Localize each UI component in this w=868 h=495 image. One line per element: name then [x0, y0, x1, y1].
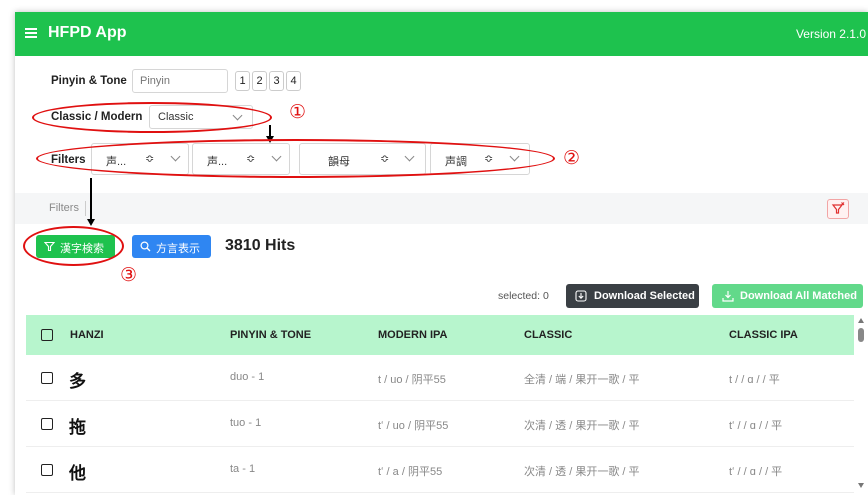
divider [85, 201, 86, 216]
download-all-label: Download All Matched [740, 290, 857, 302]
table-row[interactable]: 多 duo - 1 t / uo / 阴平55 全清 / 端 / 果开一歌 / … [26, 355, 854, 401]
table-scrollbar[interactable] [855, 315, 868, 495]
cell-hanzi: 他 [69, 464, 86, 483]
column-header-pinyin[interactable]: PINYIN & TONE [230, 329, 311, 341]
tone-button-1[interactable]: 1 [235, 71, 250, 91]
tone-button-2[interactable]: 2 [252, 71, 267, 91]
app-title: HFPD App [48, 24, 127, 41]
cell-modern-ipa: t / uo / 阴平55 [378, 374, 446, 386]
pinyin-input[interactable] [132, 69, 228, 93]
column-header-hanzi[interactable]: HANZI [70, 329, 104, 341]
dialect-display-label: 方言表示 [156, 243, 200, 255]
cell-pinyin: tuo - 1 [230, 417, 262, 429]
table-header: HANZI PINYIN & TONE MODERN IPA CLASSIC C… [26, 315, 854, 355]
cell-classic: 次清 / 透 / 果开一歌 / 平 [524, 466, 640, 478]
dialect-display-button[interactable]: 方言表示 [132, 235, 211, 258]
download-box-icon [575, 290, 587, 302]
download-selected-label: Download Selected [594, 290, 695, 302]
cell-pinyin: ta - 1 [230, 463, 256, 475]
annotation-number-3: ③ [120, 265, 138, 286]
table-row[interactable]: 他 ta - 1 tʻ / a / 阴平55 次清 / 透 / 果开一歌 / 平… [26, 447, 854, 493]
download-icon [722, 291, 734, 302]
cell-classic-ipa: tʻ / / ɑ / / 平 [729, 466, 783, 478]
cell-modern-ipa: tʻ / uo / 阴平55 [378, 420, 449, 432]
scroll-down-arrow-icon[interactable] [858, 483, 864, 488]
pinyin-tone-label: Pinyin & Tone [51, 75, 127, 87]
clear-filter-button[interactable] [827, 199, 849, 219]
cell-pinyin: duo - 1 [230, 371, 265, 383]
cell-modern-ipa: tʻ / a / 阴平55 [378, 466, 443, 478]
tone-button-4[interactable]: 4 [286, 71, 301, 91]
column-header-modern-ipa[interactable]: MODERN IPA [378, 329, 447, 341]
hits-count: 3810 Hits [225, 237, 296, 254]
row-checkbox[interactable] [41, 464, 53, 476]
cell-classic: 全清 / 端 / 果开一歌 / 平 [524, 374, 640, 386]
scroll-thumb[interactable] [858, 328, 864, 342]
filters-bar-label: Filters [49, 202, 79, 214]
column-header-classic[interactable]: CLASSIC [524, 329, 572, 341]
cell-classic: 次清 / 透 / 果开一歌 / 平 [524, 420, 640, 432]
annotation-oval-2 [36, 139, 555, 178]
selected-count: selected: 0 [498, 290, 549, 302]
cell-classic-ipa: tʻ / / ɑ / / 平 [729, 420, 783, 432]
column-header-classic-ipa[interactable]: CLASSIC IPA [729, 329, 798, 341]
annotation-oval-3 [23, 226, 124, 266]
cell-hanzi: 拖 [69, 418, 86, 437]
tone-button-3[interactable]: 3 [269, 71, 284, 91]
hamburger-menu-icon[interactable] [25, 28, 37, 38]
cell-classic-ipa: t / / ɑ / / 平 [729, 374, 780, 386]
annotation-number-2: ② [563, 148, 581, 169]
cell-hanzi: 多 [69, 372, 86, 391]
download-all-button[interactable]: Download All Matched [712, 284, 863, 308]
table-row[interactable]: 拖 tuo - 1 tʻ / uo / 阴平55 次清 / 透 / 果开一歌 /… [26, 401, 854, 447]
app-window: HFPD App Version 2.1.0 Pinyin & Tone 1 2… [15, 12, 868, 495]
search-icon [140, 241, 151, 252]
annotation-oval-1 [32, 102, 272, 133]
app-header: HFPD App Version 2.1.0 [15, 12, 868, 56]
select-all-checkbox[interactable] [41, 329, 53, 341]
row-checkbox[interactable] [41, 418, 53, 430]
annotation-arrow-2-head [87, 219, 95, 226]
filter-clear-icon [831, 202, 845, 214]
active-filters-bar: Filters [15, 193, 868, 224]
annotation-arrow-2 [90, 178, 92, 220]
annotation-number-1: ① [289, 102, 307, 123]
row-checkbox[interactable] [41, 372, 53, 384]
download-selected-button[interactable]: Download Selected [566, 284, 699, 308]
scroll-up-arrow-icon[interactable] [858, 318, 864, 323]
version-label: Version 2.1.0 [795, 27, 866, 41]
